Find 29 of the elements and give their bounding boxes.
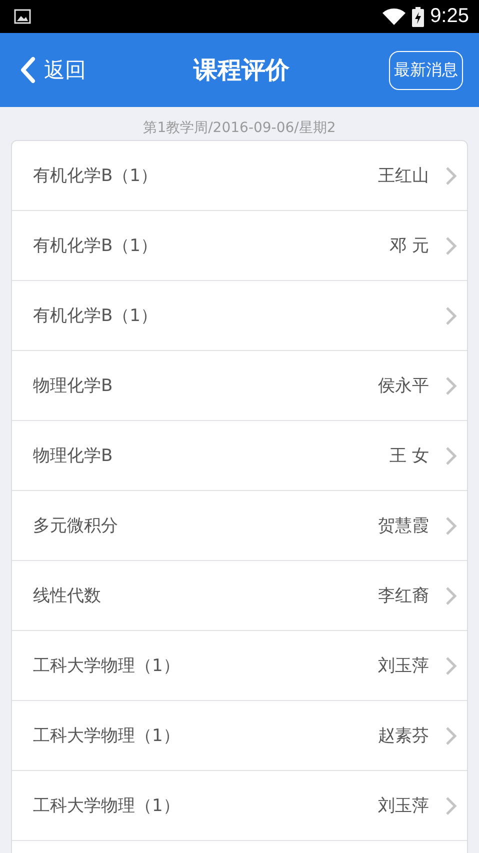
status-time: 9:25: [430, 5, 469, 28]
course-row[interactable]: 工科大学物理（1） 赵素芬: [12, 701, 467, 771]
battery-icon: [412, 6, 424, 26]
course-row[interactable]: 有机化学B（1） 邓 元: [12, 211, 467, 281]
chevron-right-icon: [445, 516, 457, 536]
course-row[interactable]: 工科大学物理（1） 刘玉萍: [12, 631, 467, 701]
latest-news-button[interactable]: 最新消息: [389, 50, 463, 90]
course-row[interactable]: 有机化学B（1） 王红山: [12, 141, 467, 211]
chevron-right-icon: [445, 656, 457, 676]
chevron-right-icon: [445, 306, 457, 326]
chevron-right-icon: [445, 166, 457, 186]
chevron-right-icon: [445, 446, 457, 466]
image-icon: [14, 9, 31, 24]
wifi-icon: [382, 8, 406, 26]
course-row[interactable]: 物理化学B 侯永平: [12, 351, 467, 421]
course-row[interactable]: 多元微积分 贺慧霞: [12, 491, 467, 561]
page-title: 课程评价: [194, 55, 290, 86]
course-row[interactable]: 有机化学B（1）: [12, 281, 467, 351]
course-row[interactable]: 线性代数 李红裔: [12, 561, 467, 631]
chevron-right-icon: [445, 236, 457, 256]
chevron-right-icon: [445, 726, 457, 746]
week-date-label: 第1教学周/2016-09-06/星期2: [142, 119, 337, 138]
back-button[interactable]: 返回: [20, 56, 86, 84]
chevron-right-icon: [445, 796, 457, 816]
chevron-right-icon: [445, 376, 457, 396]
chevron-left-icon: [20, 56, 36, 84]
course-row[interactable]: 工科大学物理（1） 刘玉萍: [12, 771, 467, 841]
chevron-right-icon: [445, 586, 457, 606]
course-row[interactable]: 物理化学B 王 女: [12, 421, 467, 491]
